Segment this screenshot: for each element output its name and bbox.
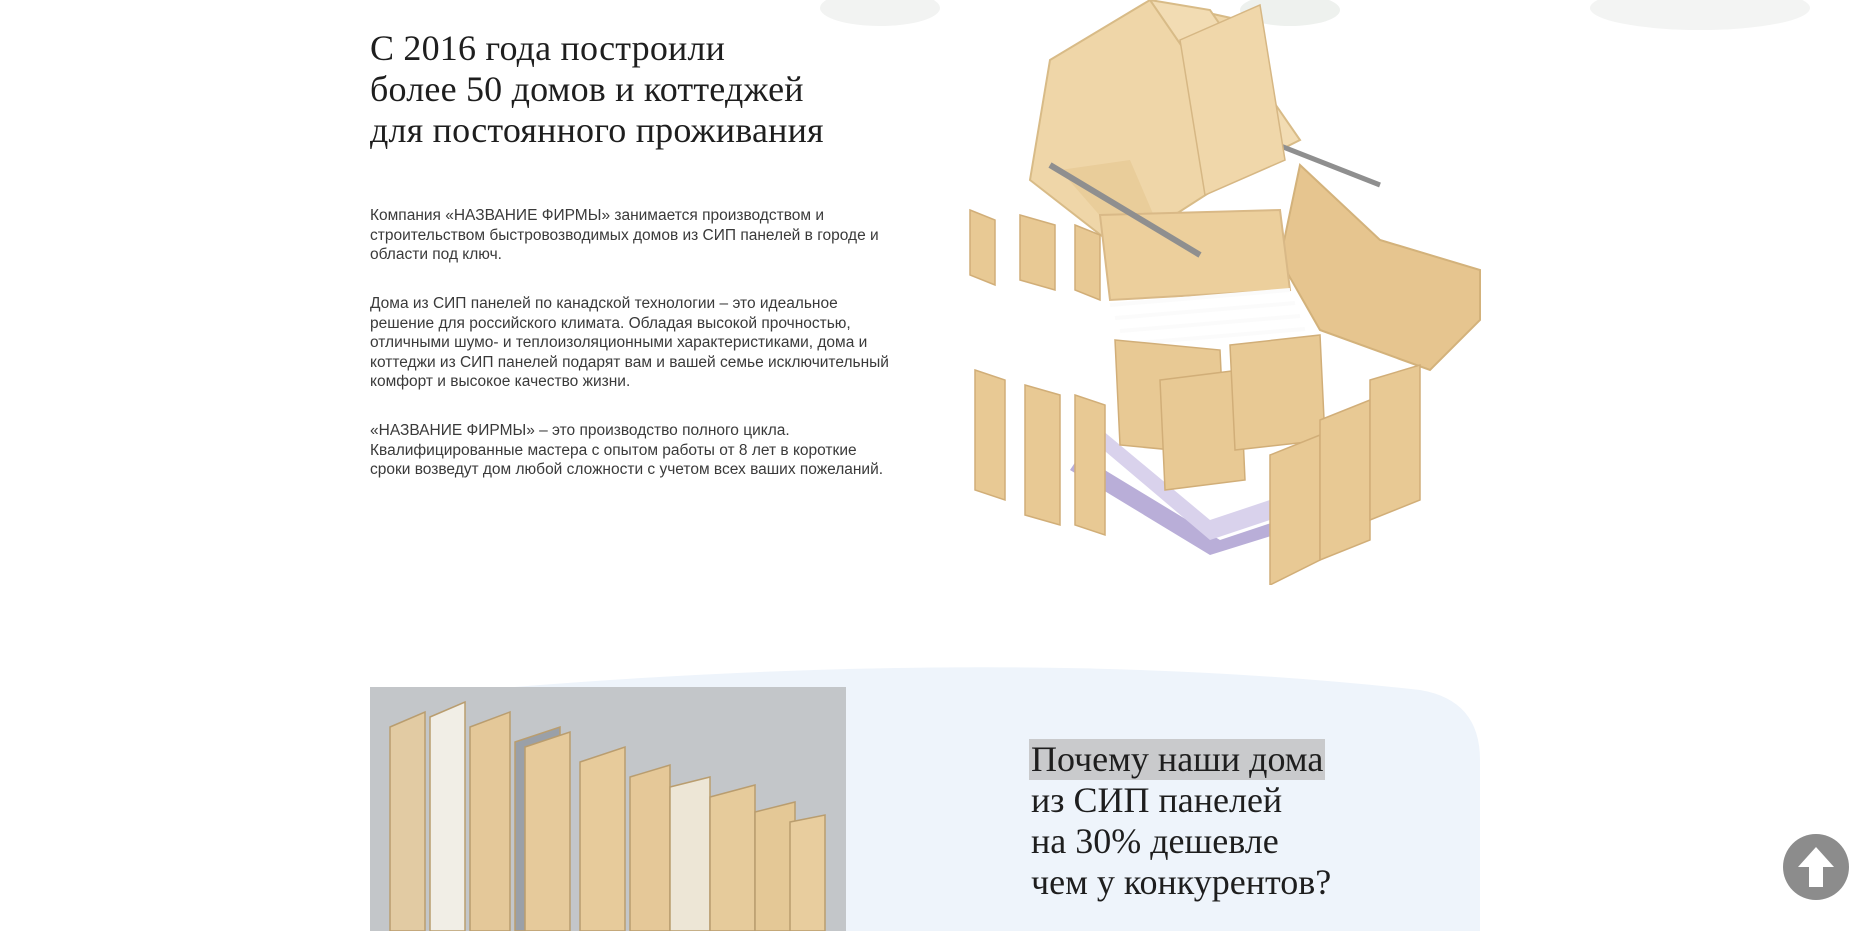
about-paragraph-production: «НАЗВАНИЕ ФИРМЫ» – это производство полн…	[370, 422, 884, 478]
arrow-up-icon	[1798, 847, 1834, 887]
why-heading-line: чем у конкурентов?	[1031, 862, 1332, 902]
why-heading-selected-line: Почему наши дома	[1029, 739, 1326, 780]
about-paragraph-technology: Дома из СИП панелей по канадской техноло…	[370, 295, 889, 390]
why-heading-line: Почему наши дома	[1029, 739, 1411, 780]
why-heading-line: из СИП панелей	[1031, 780, 1283, 820]
why-cheaper-heading: Почему наши дома из СИП панелей на 30% д…	[1029, 739, 1411, 903]
scroll-to-top-button[interactable]	[1783, 834, 1849, 900]
about-heading-line: для постоянного проживания	[370, 110, 824, 150]
about-heading: С 2016 года построили более 50 домов и к…	[370, 28, 900, 151]
why-heading-line: на 30% дешевле	[1031, 821, 1279, 861]
about-section: С 2016 года построили более 50 домов и к…	[370, 28, 900, 478]
about-heading-line: более 50 домов и коттеджей	[370, 69, 804, 109]
about-heading-line: С 2016 года построили	[370, 28, 726, 68]
top-background-foliage	[820, 0, 1810, 30]
why-cheaper-section: Почему наши дома из СИП панелей на 30% д…	[1029, 739, 1411, 903]
sip-house-exploded-illustration	[969, 0, 1481, 585]
about-paragraph-company: Компания «НАЗВАНИЕ ФИРМЫ» занимается про…	[370, 207, 879, 263]
sip-panels-photo	[370, 687, 846, 931]
